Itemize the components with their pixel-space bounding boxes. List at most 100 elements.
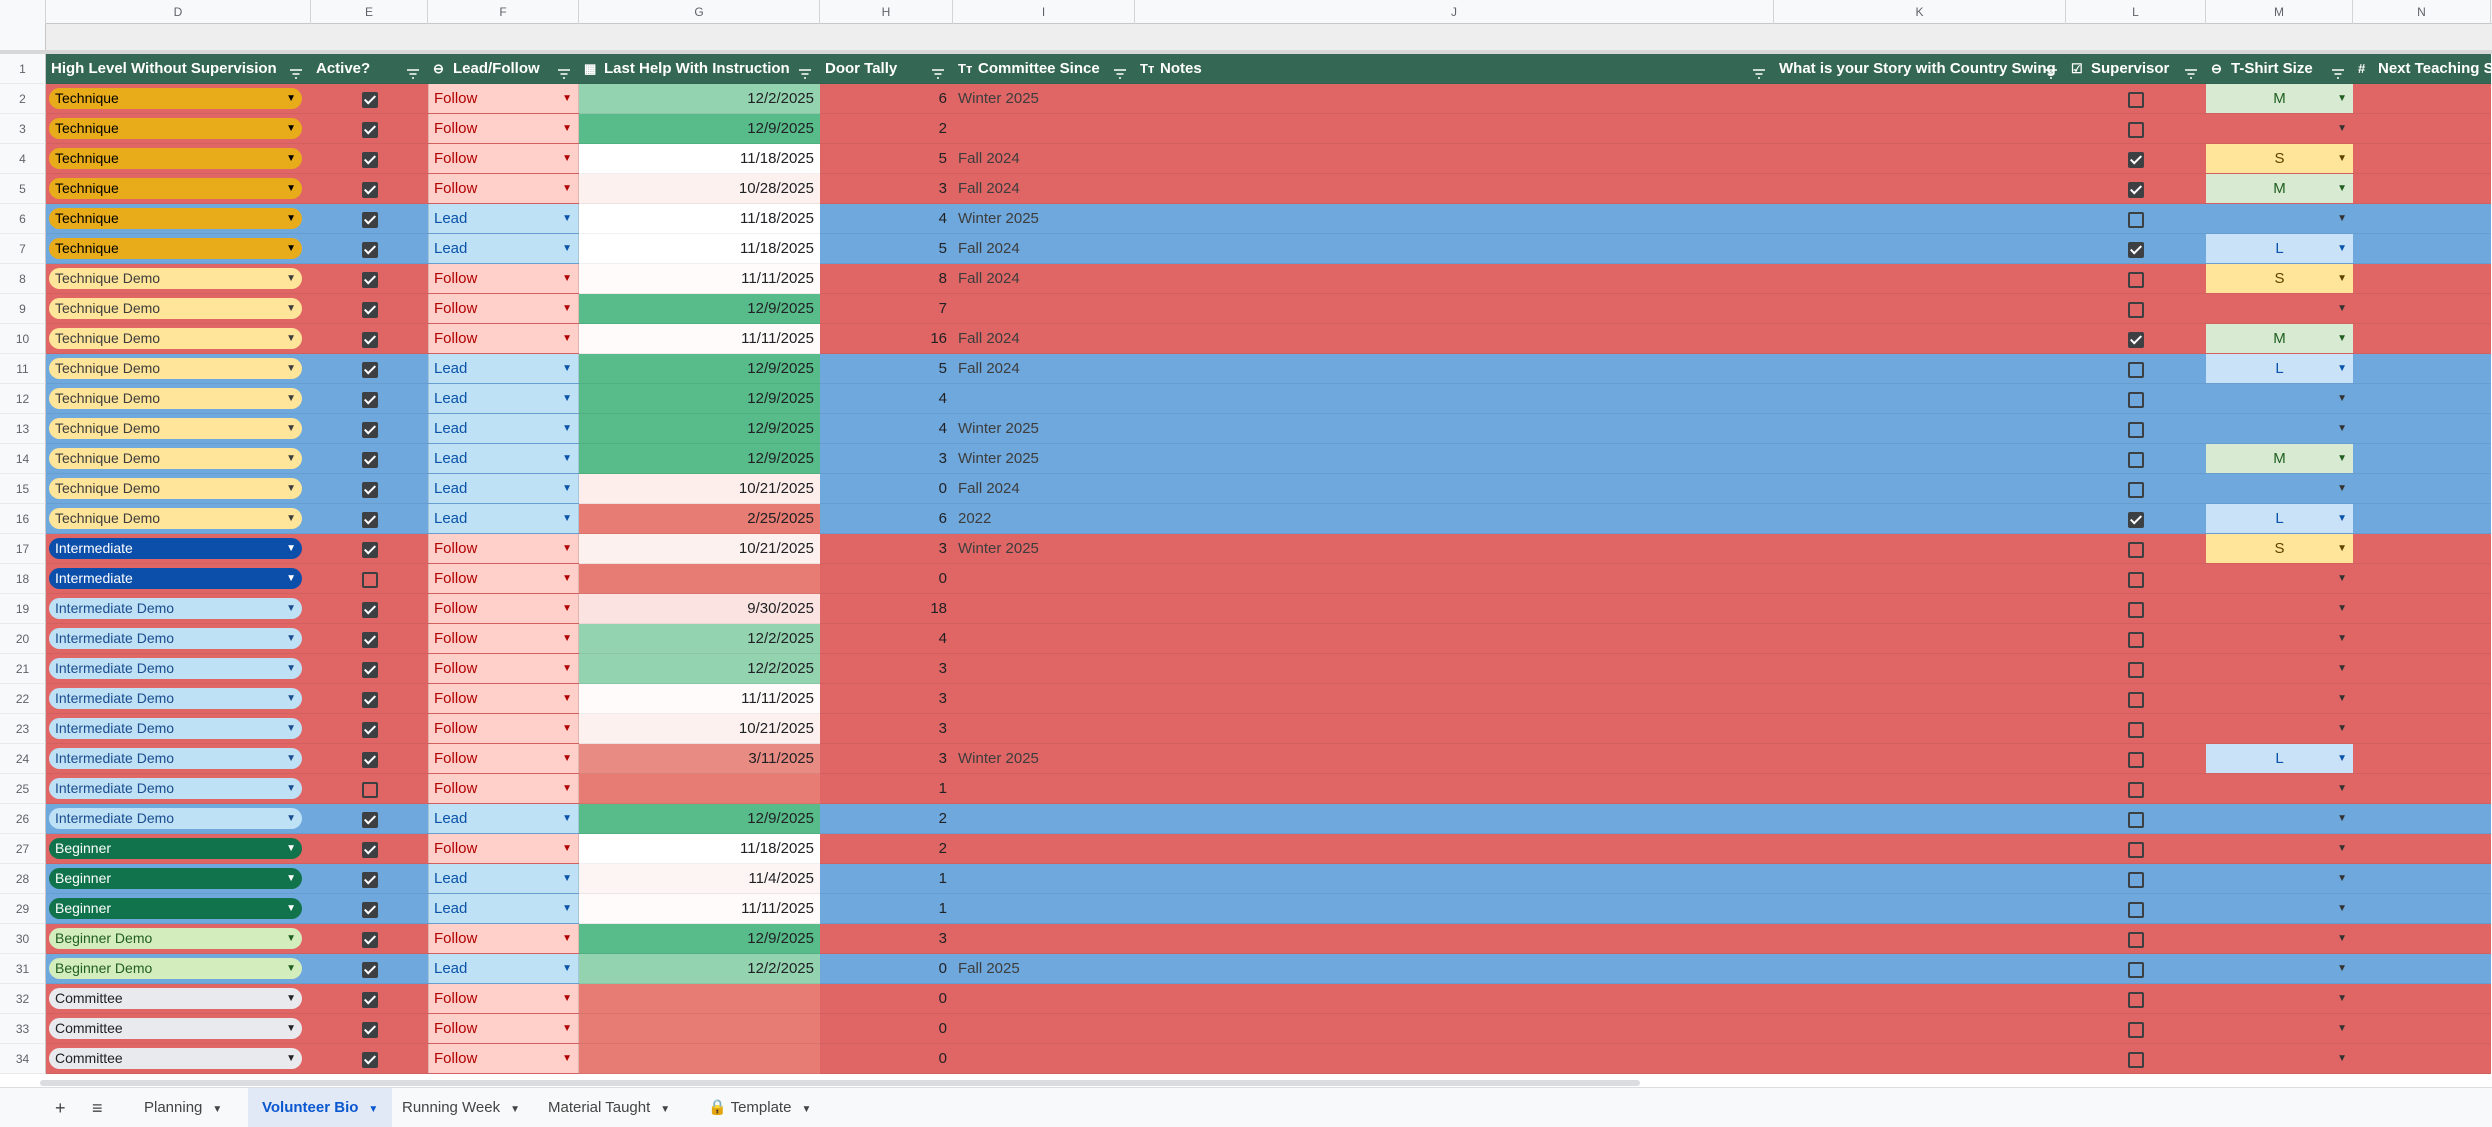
- tshirt-size-dropdown[interactable]: ▼: [2206, 564, 2353, 593]
- lead-follow-cell[interactable]: Follow ▼: [428, 144, 579, 174]
- door-tally-cell[interactable]: 5: [820, 354, 953, 384]
- tshirt-size-cell[interactable]: ▼: [2206, 1044, 2353, 1074]
- lead-follow-cell[interactable]: Lead ▼: [428, 954, 579, 984]
- level-cell[interactable]: Intermediate Demo ▼: [46, 714, 311, 744]
- dropdown-arrow-icon[interactable]: ▼: [2337, 354, 2347, 383]
- last-help-date-cell[interactable]: 12/9/2025: [579, 924, 820, 954]
- lead-follow-cell[interactable]: Lead ▼: [428, 444, 579, 474]
- dropdown-arrow-icon[interactable]: ▼: [562, 924, 572, 953]
- notes-cell[interactable]: [1135, 354, 1774, 384]
- row-number[interactable]: 11: [0, 354, 46, 384]
- tshirt-size-cell[interactable]: ▼: [2206, 384, 2353, 414]
- supervisor-checkbox[interactable]: [2128, 272, 2144, 288]
- door-tally-cell[interactable]: 1: [820, 864, 953, 894]
- next-teaching-cell[interactable]: [2353, 264, 2491, 294]
- lead-follow-cell[interactable]: Follow ▼: [428, 534, 579, 564]
- level-cell[interactable]: Technique ▼: [46, 204, 311, 234]
- story-cell[interactable]: [1774, 474, 2066, 504]
- last-help-date-cell[interactable]: 12/9/2025: [579, 114, 820, 144]
- tshirt-size-dropdown[interactable]: ▼: [2206, 924, 2353, 953]
- committee-since-cell[interactable]: Fall 2024: [953, 234, 1135, 264]
- dropdown-arrow-icon[interactable]: ▼: [2337, 264, 2347, 293]
- next-teaching-cell[interactable]: [2353, 474, 2491, 504]
- lead-follow-cell[interactable]: Lead ▼: [428, 354, 579, 384]
- lead-follow-cell[interactable]: Follow ▼: [428, 84, 579, 114]
- next-teaching-cell[interactable]: [2353, 504, 2491, 534]
- level-dropdown-chip[interactable]: Beginner Demo ▼: [49, 928, 302, 949]
- column-letter-k[interactable]: K: [1774, 0, 2066, 24]
- next-teaching-cell[interactable]: [2353, 984, 2491, 1014]
- dropdown-arrow-icon[interactable]: ▼: [562, 174, 572, 203]
- notes-cell[interactable]: [1135, 954, 1774, 984]
- lead-follow-dropdown[interactable]: Follow ▼: [428, 324, 579, 353]
- dropdown-arrow-icon[interactable]: ▼: [286, 868, 296, 889]
- header-cell[interactable]: ⊖ Lead/Follow: [428, 54, 579, 84]
- header-cell[interactable]: Tт Notes: [1135, 54, 1774, 84]
- dropdown-arrow-icon[interactable]: ▼: [562, 864, 572, 893]
- active-checkbox[interactable]: [361, 362, 378, 378]
- dropdown-arrow-icon[interactable]: ▼: [562, 744, 572, 773]
- story-cell[interactable]: [1774, 534, 2066, 564]
- door-tally-cell[interactable]: 0: [820, 564, 953, 594]
- dropdown-arrow-icon[interactable]: ▼: [2337, 864, 2347, 893]
- lead-follow-cell[interactable]: Lead ▼: [428, 504, 579, 534]
- committee-since-cell[interactable]: [953, 774, 1135, 804]
- supervisor-checkbox[interactable]: [2128, 872, 2144, 888]
- tshirt-size-cell[interactable]: M ▼: [2206, 444, 2353, 474]
- door-tally-cell[interactable]: 0: [820, 984, 953, 1014]
- tshirt-size-cell[interactable]: ▼: [2206, 954, 2353, 984]
- supervisor-checkbox[interactable]: [2128, 962, 2144, 978]
- tshirt-size-dropdown[interactable]: S ▼: [2206, 534, 2353, 563]
- lead-follow-dropdown[interactable]: Follow ▼: [428, 294, 579, 323]
- level-cell[interactable]: Intermediate Demo ▼: [46, 684, 311, 714]
- row-number[interactable]: 23: [0, 714, 46, 744]
- next-teaching-cell[interactable]: [2353, 384, 2491, 414]
- story-cell[interactable]: [1774, 714, 2066, 744]
- dropdown-arrow-icon[interactable]: ▼: [562, 144, 572, 173]
- filter-icon[interactable]: [2044, 62, 2058, 79]
- notes-cell[interactable]: [1135, 834, 1774, 864]
- dropdown-arrow-icon[interactable]: ▼: [2337, 804, 2347, 833]
- lead-follow-dropdown[interactable]: Lead ▼: [428, 474, 579, 503]
- active-checkbox[interactable]: [361, 782, 378, 798]
- committee-since-cell[interactable]: Winter 2025: [953, 444, 1135, 474]
- notes-cell[interactable]: [1135, 144, 1774, 174]
- committee-since-cell[interactable]: Fall 2024: [953, 264, 1135, 294]
- tab-template[interactable]: 🔒 Template ▼: [694, 1088, 825, 1127]
- last-help-date-cell[interactable]: 12/2/2025: [579, 654, 820, 684]
- door-tally-cell[interactable]: 3: [820, 714, 953, 744]
- active-checkbox[interactable]: [361, 302, 378, 318]
- supervisor-checkbox[interactable]: [2128, 812, 2144, 828]
- notes-cell[interactable]: [1135, 504, 1774, 534]
- supervisor-checkbox[interactable]: [2128, 122, 2144, 138]
- notes-cell[interactable]: [1135, 114, 1774, 144]
- lead-follow-cell[interactable]: Lead ▼: [428, 384, 579, 414]
- dropdown-arrow-icon[interactable]: ▼: [562, 444, 572, 473]
- level-dropdown-chip[interactable]: Technique ▼: [49, 208, 302, 229]
- notes-cell[interactable]: [1135, 924, 1774, 954]
- dropdown-arrow-icon[interactable]: ▼: [286, 178, 296, 199]
- lead-follow-cell[interactable]: Follow ▼: [428, 564, 579, 594]
- row-number[interactable]: 24: [0, 744, 46, 774]
- active-checkbox[interactable]: [361, 752, 378, 768]
- dropdown-arrow-icon[interactable]: ▼: [2337, 84, 2347, 113]
- active-checkbox[interactable]: [361, 632, 378, 648]
- tshirt-size-dropdown[interactable]: ▼: [2206, 954, 2353, 983]
- lead-follow-dropdown[interactable]: Follow ▼: [428, 114, 579, 143]
- tshirt-size-cell[interactable]: L ▼: [2206, 234, 2353, 264]
- story-cell[interactable]: [1774, 624, 2066, 654]
- active-checkbox[interactable]: [361, 182, 378, 198]
- level-cell[interactable]: Technique Demo ▼: [46, 504, 311, 534]
- notes-cell[interactable]: [1135, 804, 1774, 834]
- dropdown-arrow-icon[interactable]: ▼: [286, 688, 296, 709]
- level-dropdown-chip[interactable]: Intermediate Demo ▼: [49, 658, 302, 679]
- lead-follow-dropdown[interactable]: Follow ▼: [428, 594, 579, 623]
- last-help-date-cell[interactable]: 11/11/2025: [579, 894, 820, 924]
- committee-since-cell[interactable]: Winter 2025: [953, 534, 1135, 564]
- active-checkbox[interactable]: [361, 722, 378, 738]
- tab-material-taught[interactable]: Material Taught ▼: [534, 1088, 684, 1127]
- story-cell[interactable]: [1774, 204, 2066, 234]
- row-number[interactable]: 17: [0, 534, 46, 564]
- committee-since-cell[interactable]: Winter 2025: [953, 204, 1135, 234]
- filter-icon[interactable]: [931, 62, 945, 79]
